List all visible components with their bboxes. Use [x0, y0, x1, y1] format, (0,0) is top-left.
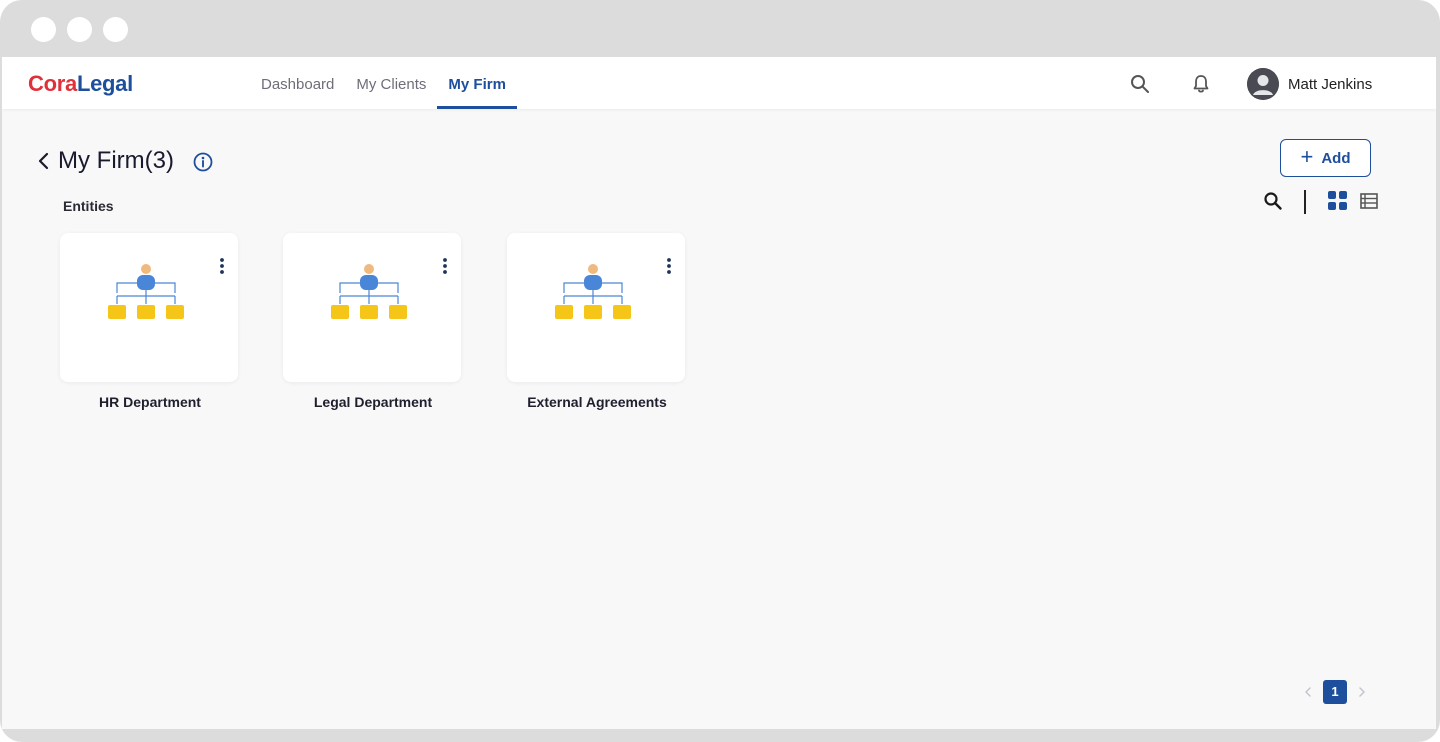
user-menu[interactable]: Matt Jenkins [1247, 68, 1372, 100]
bell-icon[interactable] [1190, 73, 1212, 95]
more-options-icon[interactable] [441, 257, 449, 275]
entity-name[interactable]: HR Department [50, 394, 250, 410]
top-header: CoraLegal Dashboard My Clients My Firm M… [2, 57, 1436, 109]
section-label-entities: Entities [63, 198, 114, 214]
entity-card[interactable] [507, 233, 685, 382]
org-chart-icon [555, 264, 631, 319]
search-icon[interactable] [1129, 73, 1151, 95]
user-name: Matt Jenkins [1288, 75, 1373, 93]
grid-view-icon[interactable] [1328, 191, 1347, 210]
more-options-icon[interactable] [665, 257, 673, 275]
entity-card-item: HR Department [50, 233, 250, 410]
nav-my-clients[interactable]: My Clients [345, 57, 437, 109]
add-button-label: Add [1321, 149, 1351, 167]
plus-icon: + [1300, 144, 1314, 169]
app-content: CoraLegal Dashboard My Clients My Firm M… [2, 57, 1436, 729]
entity-name[interactable]: Legal Department [273, 394, 473, 410]
window-titlebar [0, 0, 1440, 57]
entity-name[interactable]: External Agreements [497, 394, 697, 410]
chevron-left-icon[interactable] [1300, 684, 1316, 700]
org-chart-icon [108, 264, 184, 319]
pagination: 1 [1300, 680, 1370, 704]
browser-window: CoraLegal Dashboard My Clients My Firm M… [0, 0, 1440, 742]
org-chart-icon [331, 264, 407, 319]
nav-dashboard[interactable]: Dashboard [250, 57, 345, 109]
main-nav: Dashboard My Clients My Firm [250, 57, 517, 109]
window-dot[interactable] [31, 17, 56, 42]
list-view-icon[interactable] [1360, 193, 1378, 209]
page-number-button[interactable]: 1 [1323, 680, 1347, 704]
avatar-icon [1247, 68, 1279, 100]
logo-part-legal: Legal [76, 71, 133, 96]
app-logo[interactable]: CoraLegal [28, 71, 133, 97]
more-options-icon[interactable] [218, 257, 226, 275]
info-icon[interactable] [192, 151, 214, 173]
back-arrow-icon[interactable] [36, 151, 52, 171]
entity-card[interactable] [283, 233, 461, 382]
entity-card-item: Legal Department [273, 233, 473, 410]
chevron-right-icon[interactable] [1354, 684, 1370, 700]
nav-my-firm[interactable]: My Firm [437, 57, 517, 109]
page-title: My Firm(3) [58, 147, 174, 174]
window-dot[interactable] [103, 17, 128, 42]
entity-card[interactable] [60, 233, 238, 382]
window-dot[interactable] [67, 17, 92, 42]
search-icon[interactable] [1263, 191, 1283, 211]
entity-card-item: External Agreements [497, 233, 697, 410]
add-button[interactable]: + Add [1280, 139, 1371, 177]
logo-part-cora: Cora [28, 71, 77, 96]
toolbar-divider [1304, 190, 1306, 214]
